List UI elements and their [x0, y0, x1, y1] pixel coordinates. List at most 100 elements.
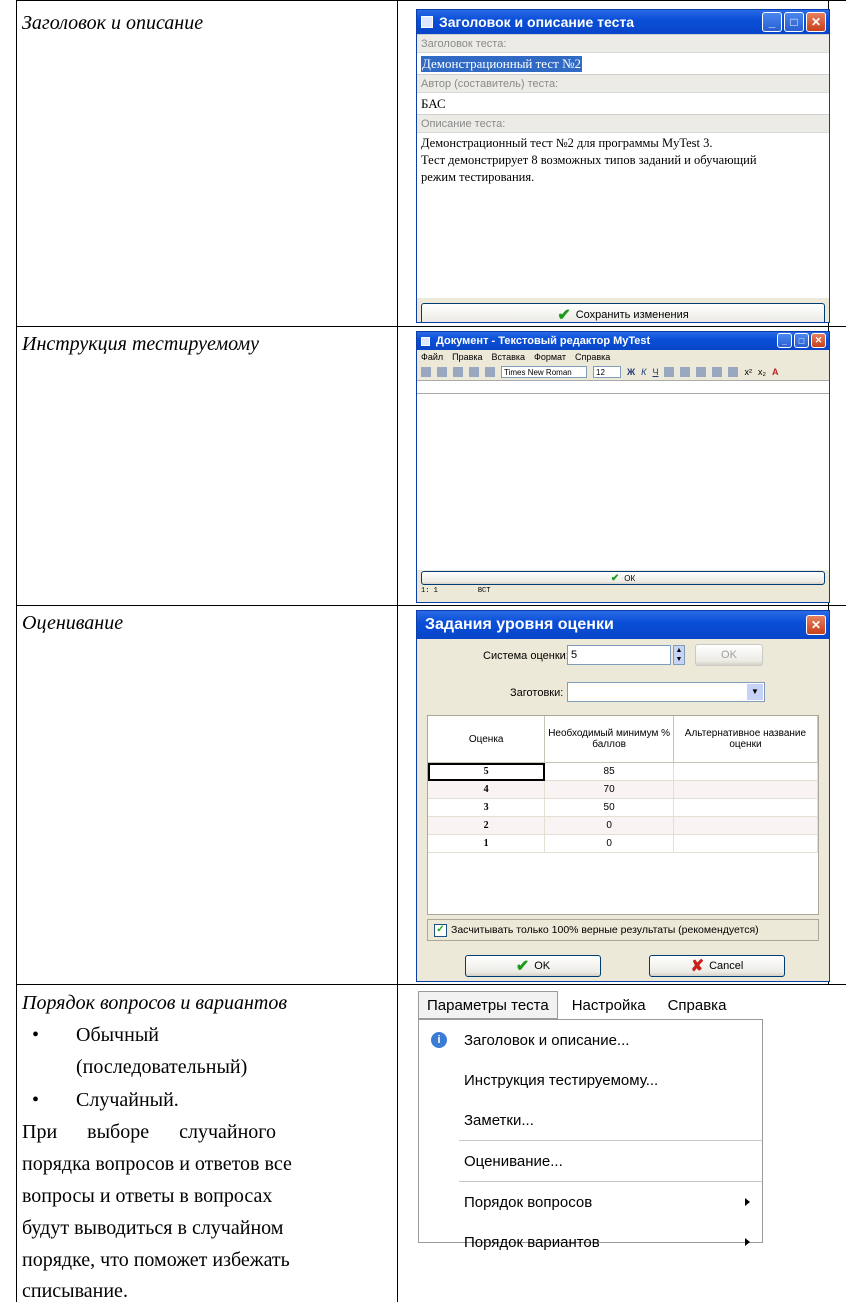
- editor-text-area[interactable]: [417, 394, 829, 570]
- menu-item-grading[interactable]: Оценивание...: [419, 1141, 762, 1181]
- menu-help[interactable]: Справка: [654, 997, 735, 1014]
- menu-item-instruction[interactable]: Инструкция тестируемому...: [419, 1060, 762, 1100]
- column-header-grade[interactable]: Оценка: [428, 716, 546, 763]
- minimize-icon[interactable]: _: [762, 12, 782, 32]
- underline-icon[interactable]: Ч: [652, 367, 658, 377]
- chevron-down-icon[interactable]: ▼: [747, 684, 763, 700]
- cancel-button[interactable]: ✘ Cancel: [649, 955, 785, 977]
- submenu-arrow-icon: [745, 1198, 750, 1206]
- align-center-icon[interactable]: [680, 367, 691, 377]
- table-row[interactable]: 4 70: [428, 780, 819, 799]
- menu-format[interactable]: Формат: [534, 352, 566, 362]
- close-icon[interactable]: ✕: [811, 333, 826, 348]
- checkmark-icon: ✔: [610, 572, 620, 584]
- grade-levels-window: Задания уровня оценки ✕ Система оценки: …: [416, 610, 830, 982]
- grade-cell[interactable]: 1: [428, 834, 546, 853]
- bullet-dot-2: •: [32, 1089, 40, 1111]
- minimum-cell[interactable]: 50: [544, 798, 674, 817]
- close-icon[interactable]: ✕: [806, 12, 826, 32]
- font-select[interactable]: Times New Roman: [501, 366, 587, 378]
- maximize-icon[interactable]: □: [784, 12, 804, 32]
- alt-name-cell[interactable]: [673, 798, 819, 817]
- bullet-item-1-cont: (последовательный): [76, 1056, 248, 1078]
- menu-insert[interactable]: Вставка: [492, 352, 525, 362]
- table-row[interactable]: 10: [428, 834, 819, 853]
- window-titlebar: Заголовок и описание теста _ □ ✕: [417, 10, 829, 34]
- checkmark-icon: ✔: [515, 958, 530, 975]
- grade-cell[interactable]: 2: [428, 816, 546, 835]
- grade-cell[interactable]: 5: [428, 762, 546, 781]
- menu-settings[interactable]: Настройка: [558, 997, 654, 1014]
- insert-mode: ВСТ: [477, 587, 491, 595]
- column-header-alt-name[interactable]: Альтернативное название оценки: [673, 716, 819, 763]
- paragraph-line-2: порядка вопросов и ответов все: [22, 1153, 292, 1175]
- description-textarea[interactable]: Демонстрационный тест №2 для программы M…: [417, 132, 829, 298]
- row-title-2: Инструкция тестируемому: [22, 333, 259, 355]
- checkbox-checked-icon[interactable]: ✓: [434, 923, 447, 937]
- spinner-icon[interactable]: ▲ ▼: [673, 645, 685, 665]
- list-icon[interactable]: [728, 367, 739, 377]
- author-input[interactable]: БАС: [417, 92, 829, 114]
- alt-name-cell[interactable]: [673, 834, 819, 853]
- close-icon[interactable]: ✕: [806, 615, 826, 635]
- editor-toolbar: Times New Roman 12 Ж К Ч x² x₂ A: [417, 364, 829, 380]
- superscript-icon[interactable]: x²: [744, 367, 752, 377]
- menu-file[interactable]: Файл: [421, 352, 443, 362]
- alt-name-cell[interactable]: [673, 780, 819, 799]
- menu-item-question-order[interactable]: Порядок вопросов: [419, 1182, 762, 1222]
- align-right-icon[interactable]: [696, 367, 707, 377]
- description-line: Демонстрационный тест №2 для программы M…: [421, 136, 713, 150]
- minimize-icon[interactable]: _: [777, 333, 792, 348]
- menu-item-title-description[interactable]: i Заголовок и описание...: [419, 1020, 762, 1060]
- italic-icon[interactable]: К: [641, 367, 646, 377]
- align-left-icon[interactable]: [664, 367, 675, 377]
- ruler[interactable]: [417, 380, 829, 394]
- font-color-icon[interactable]: A: [772, 367, 779, 377]
- minimum-cell[interactable]: 0: [544, 834, 674, 853]
- test-title-input[interactable]: Демонстрационный тест №2: [417, 52, 829, 74]
- alt-name-cell[interactable]: [673, 816, 819, 835]
- minimum-cell[interactable]: 70: [544, 780, 674, 799]
- minimum-cell[interactable]: 0: [544, 816, 674, 835]
- ok-button[interactable]: ✔ ОК: [421, 571, 825, 585]
- window-app-icon: [421, 336, 430, 346]
- bold-icon[interactable]: Ж: [627, 367, 635, 377]
- main-menubar: Параметры теста Настройка Справка: [418, 990, 734, 1020]
- description-line: режим тестирования.: [421, 170, 535, 184]
- undo-icon[interactable]: [469, 367, 479, 377]
- menu-test-parameters[interactable]: Параметры теста: [418, 991, 558, 1019]
- presets-select[interactable]: ▼: [567, 682, 765, 702]
- save-changes-button[interactable]: ✔ Сохранить изменения: [421, 303, 825, 323]
- paste-icon[interactable]: [453, 367, 463, 377]
- checkmark-icon: ✔: [557, 307, 571, 323]
- menu-edit[interactable]: Правка: [452, 352, 482, 362]
- menu-help[interactable]: Справка: [575, 352, 610, 362]
- table-row[interactable]: 20: [428, 816, 819, 835]
- menu-item-notes[interactable]: Заметки...: [419, 1100, 762, 1140]
- cut-icon[interactable]: [421, 367, 431, 377]
- ok-button[interactable]: ✔ OK: [465, 955, 601, 977]
- minimum-cell[interactable]: 85: [544, 762, 674, 781]
- redo-icon[interactable]: [485, 367, 495, 377]
- apply-ok-button[interactable]: OK: [695, 644, 763, 666]
- paragraph-line-3: вопросы и ответы в вопросах: [22, 1185, 273, 1207]
- strict-results-checkbox-row[interactable]: ✓ Засчитывать только 100% верные результ…: [427, 919, 819, 941]
- table-row[interactable]: 3 50: [428, 798, 819, 817]
- alt-name-cell[interactable]: [673, 762, 819, 781]
- info-icon: i: [431, 1032, 447, 1048]
- cursor-position: 1: 1: [421, 587, 438, 595]
- grade-cell[interactable]: 3: [428, 798, 546, 817]
- menu-item-option-order[interactable]: Порядок вариантов: [419, 1222, 762, 1262]
- bullet-item-1: Обычный: [76, 1024, 159, 1046]
- table-row[interactable]: 5 85: [428, 762, 819, 781]
- column-header-minimum[interactable]: Необходимый минимум % баллов: [544, 716, 674, 763]
- maximize-icon[interactable]: □: [794, 333, 809, 348]
- text-editor-window: Документ - Текстовый редактор MyTest _ □…: [416, 331, 830, 603]
- font-size-select[interactable]: 12: [593, 366, 621, 378]
- justify-icon[interactable]: [712, 367, 723, 377]
- checkbox-label: Засчитывать только 100% верные результат…: [451, 924, 759, 936]
- grading-system-input[interactable]: 5: [567, 645, 671, 665]
- subscript-icon[interactable]: x₂: [758, 367, 766, 377]
- copy-icon[interactable]: [437, 367, 447, 377]
- grade-cell[interactable]: 4: [428, 780, 546, 799]
